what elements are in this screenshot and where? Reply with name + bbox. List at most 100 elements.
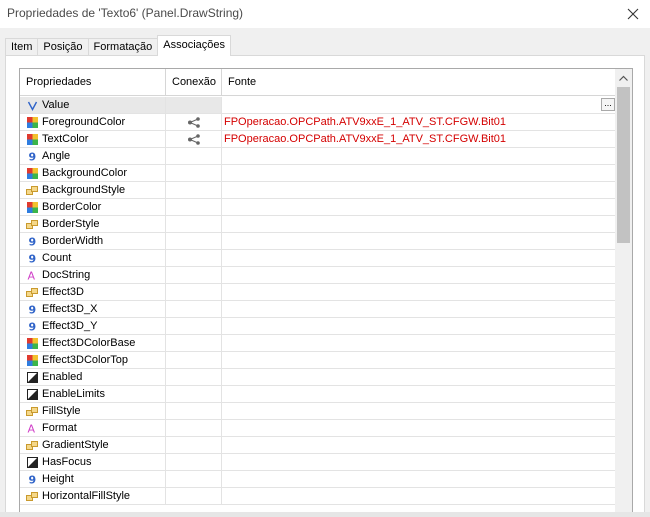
property-cell[interactable]: 9 BorderWidth: [20, 233, 166, 249]
grid-row-enabled[interactable]: Enabled: [20, 369, 616, 386]
property-cell[interactable]: Enabled: [20, 369, 166, 385]
connection-cell[interactable]: [166, 403, 222, 419]
source-cell[interactable]: [222, 199, 616, 215]
connection-cell[interactable]: [166, 471, 222, 487]
grid-row-foregroundcolor[interactable]: ForegroundColor FPOperacao.OPCPath.ATV9xx…: [20, 114, 616, 131]
source-cell[interactable]: [222, 284, 616, 300]
source-cell[interactable]: [222, 471, 616, 487]
source-cell[interactable]: [222, 267, 616, 283]
source-cell[interactable]: [222, 165, 616, 181]
connection-link-icon[interactable]: [187, 133, 201, 145]
header-propriedades[interactable]: Propriedades: [20, 69, 166, 96]
connection-cell[interactable]: [166, 199, 222, 215]
connection-cell[interactable]: [166, 250, 222, 266]
source-cell[interactable]: [222, 403, 616, 419]
connection-cell[interactable]: [166, 97, 222, 113]
connection-cell[interactable]: [166, 369, 222, 385]
source-cell[interactable]: [222, 352, 616, 368]
grid-row-fillstyle[interactable]: FillStyle: [20, 403, 616, 420]
property-cell[interactable]: 9 Effect3D_Y: [20, 318, 166, 334]
property-cell[interactable]: HorizontalFillStyle: [20, 488, 166, 504]
connection-cell[interactable]: [166, 335, 222, 351]
header-conexao[interactable]: Conexão: [166, 69, 222, 96]
grid-row-effect3dcolortop[interactable]: Effect3DColorTop: [20, 352, 616, 369]
grid-row-horizontalfillstyle[interactable]: HorizontalFillStyle: [20, 488, 616, 505]
connection-cell[interactable]: [166, 352, 222, 368]
property-cell[interactable]: BorderStyle: [20, 216, 166, 232]
property-cell[interactable]: BackgroundColor: [20, 165, 166, 181]
grid-row-borderstyle[interactable]: BorderStyle: [20, 216, 616, 233]
grid-row-value[interactable]: Value...: [20, 97, 616, 114]
scroll-thumb[interactable]: [617, 87, 630, 243]
source-cell[interactable]: [222, 488, 616, 504]
grid-row-count[interactable]: 9 Count: [20, 250, 616, 267]
property-cell[interactable]: Effect3DColorBase: [20, 335, 166, 351]
connection-cell[interactable]: [166, 182, 222, 198]
tab-associacoes[interactable]: Associações: [157, 35, 232, 56]
connection-cell[interactable]: [166, 267, 222, 283]
source-cell[interactable]: [222, 318, 616, 334]
property-cell[interactable]: A Format: [20, 420, 166, 436]
property-cell[interactable]: GradientStyle: [20, 437, 166, 453]
grid-row-textcolor[interactable]: TextColor FPOperacao.OPCPath.ATV9xxE_1_AT…: [20, 131, 616, 148]
grid-row-effect3d-x[interactable]: 9 Effect3D_X: [20, 301, 616, 318]
grid-row-angle[interactable]: 9 Angle: [20, 148, 616, 165]
grid-row-effect3d[interactable]: Effect3D: [20, 284, 616, 301]
grid-row-effect3d-y[interactable]: 9 Effect3D_Y: [20, 318, 616, 335]
tab-formatacao[interactable]: Formatação: [87, 38, 159, 56]
source-cell[interactable]: [222, 233, 616, 249]
source-cell[interactable]: [222, 420, 616, 436]
connection-cell[interactable]: [166, 165, 222, 181]
source-cell[interactable]: [222, 335, 616, 351]
source-cell[interactable]: ...: [222, 97, 616, 113]
connection-cell[interactable]: [166, 488, 222, 504]
connection-cell[interactable]: [166, 233, 222, 249]
grid-row-hasfocus[interactable]: HasFocus: [20, 454, 616, 471]
source-cell[interactable]: [222, 437, 616, 453]
scroll-up-button[interactable]: [615, 69, 632, 86]
connection-cell[interactable]: [166, 216, 222, 232]
property-cell[interactable]: TextColor: [20, 131, 166, 147]
tab-item[interactable]: Item: [5, 38, 39, 56]
property-cell[interactable]: EnableLimits: [20, 386, 166, 402]
connection-cell[interactable]: [166, 148, 222, 164]
property-cell[interactable]: 9 Effect3D_X: [20, 301, 166, 317]
source-cell[interactable]: [222, 301, 616, 317]
property-cell[interactable]: HasFocus: [20, 454, 166, 470]
connection-link-icon[interactable]: [187, 116, 201, 128]
source-cell[interactable]: [222, 148, 616, 164]
tab-posicao[interactable]: Posição: [37, 38, 89, 56]
connection-cell[interactable]: [166, 318, 222, 334]
close-button[interactable]: [616, 0, 650, 28]
connection-cell[interactable]: [166, 114, 222, 130]
connection-cell[interactable]: [166, 386, 222, 402]
property-cell[interactable]: ForegroundColor: [20, 114, 166, 130]
grid-row-bordercolor[interactable]: BorderColor: [20, 199, 616, 216]
browse-button[interactable]: ...: [601, 98, 615, 111]
property-cell[interactable]: FillStyle: [20, 403, 166, 419]
grid-row-backgroundstyle[interactable]: BackgroundStyle: [20, 182, 616, 199]
source-cell[interactable]: [222, 369, 616, 385]
property-cell[interactable]: 9 Angle: [20, 148, 166, 164]
grid-row-backgroundcolor[interactable]: BackgroundColor: [20, 165, 616, 182]
source-cell[interactable]: FPOperacao.OPCPath.ATV9xxE_1_ATV_ST.CFGW…: [222, 131, 616, 147]
connection-cell[interactable]: [166, 454, 222, 470]
property-cell[interactable]: A DocString: [20, 267, 166, 283]
vertical-scrollbar[interactable]: [615, 69, 632, 517]
grid-row-height[interactable]: 9 Height: [20, 471, 616, 488]
property-cell[interactable]: Effect3D: [20, 284, 166, 300]
property-cell[interactable]: BorderColor: [20, 199, 166, 215]
source-cell[interactable]: FPOperacao.OPCPath.ATV9xxE_1_ATV_ST.CFGW…: [222, 114, 616, 130]
property-cell[interactable]: 9 Count: [20, 250, 166, 266]
property-cell[interactable]: Effect3DColorTop: [20, 352, 166, 368]
connection-cell[interactable]: [166, 301, 222, 317]
source-cell[interactable]: [222, 216, 616, 232]
source-cell[interactable]: [222, 454, 616, 470]
connection-cell[interactable]: [166, 284, 222, 300]
grid-row-borderwidth[interactable]: 9 BorderWidth: [20, 233, 616, 250]
grid-row-docstring[interactable]: A DocString: [20, 267, 616, 284]
property-cell[interactable]: 9 Height: [20, 471, 166, 487]
source-cell[interactable]: [222, 182, 616, 198]
connection-cell[interactable]: [166, 420, 222, 436]
source-cell[interactable]: [222, 250, 616, 266]
